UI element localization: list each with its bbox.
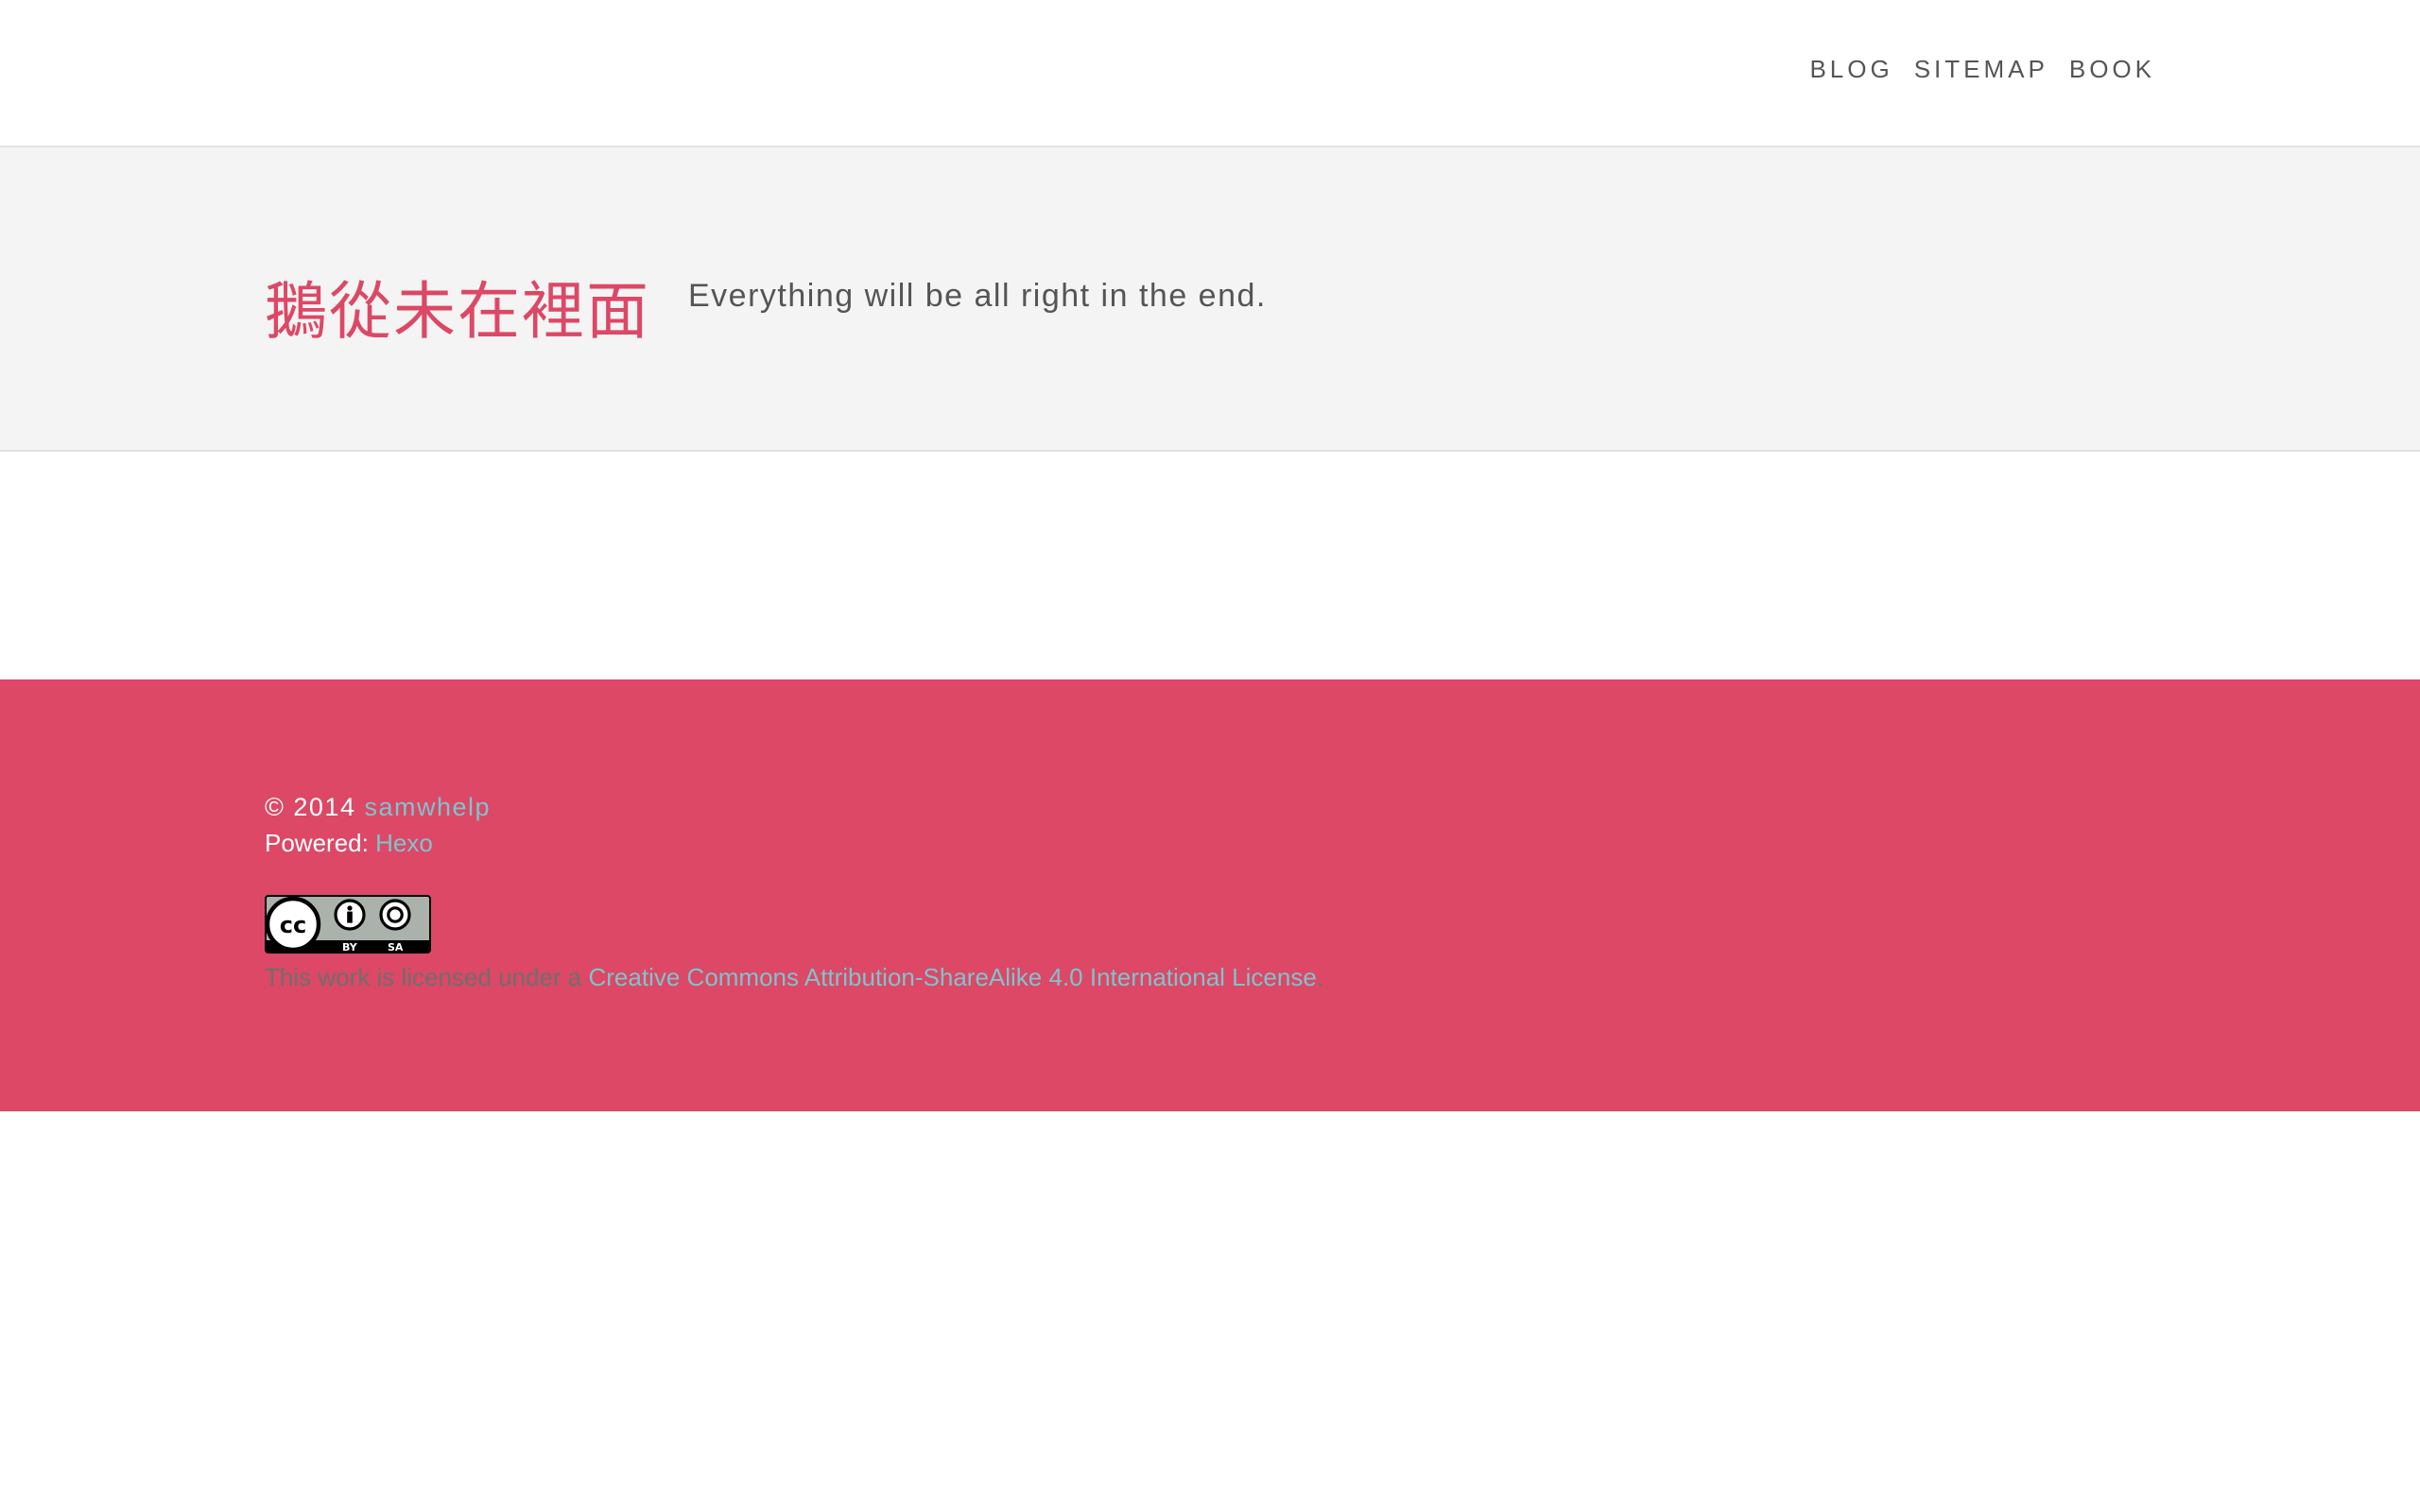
license-link[interactable]: Creative Commons Attribution-ShareAlike … — [589, 963, 1317, 991]
author-link[interactable]: samwhelp — [364, 793, 491, 821]
nav-sitemap-link[interactable]: SITEMAP — [1914, 55, 2048, 84]
license-period: . — [1316, 963, 1324, 991]
site-subtitle: Everything will be all right in the end. — [688, 278, 1267, 314]
site-title[interactable]: 鵝從未在裡面 — [265, 261, 650, 352]
top-bar: BLOG SITEMAP BOOK — [0, 0, 2420, 147]
main-nav: BLOG SITEMAP BOOK — [1809, 55, 2155, 84]
svg-text:SA: SA — [388, 941, 404, 954]
cc-by-sa-icon: cc BY SA — [265, 895, 431, 954]
powered-line: Powered: Hexo — [265, 829, 433, 858]
license-text: This work is licensed under a — [265, 963, 582, 991]
site-footer: © 2014 samwhelp Powered: Hexo cc BY SA T… — [0, 679, 2420, 1111]
powered-label: Powered: — [265, 829, 369, 857]
copyright-text: © 2014 — [265, 793, 356, 821]
svg-text:cc: cc — [280, 912, 306, 938]
svg-text:BY: BY — [342, 941, 358, 954]
cc-by-sa-badge[interactable]: cc BY SA — [265, 895, 431, 954]
license-line: This work is licensed under a Creative C… — [265, 963, 1323, 992]
site-header: 鵝從未在裡面 Everything will be all right in t… — [0, 147, 2420, 452]
nav-book-link[interactable]: BOOK — [2069, 55, 2155, 84]
hexo-link[interactable]: Hexo — [375, 829, 433, 857]
nav-blog-link[interactable]: BLOG — [1809, 55, 1893, 84]
copyright-line: © 2014 samwhelp — [265, 793, 491, 822]
